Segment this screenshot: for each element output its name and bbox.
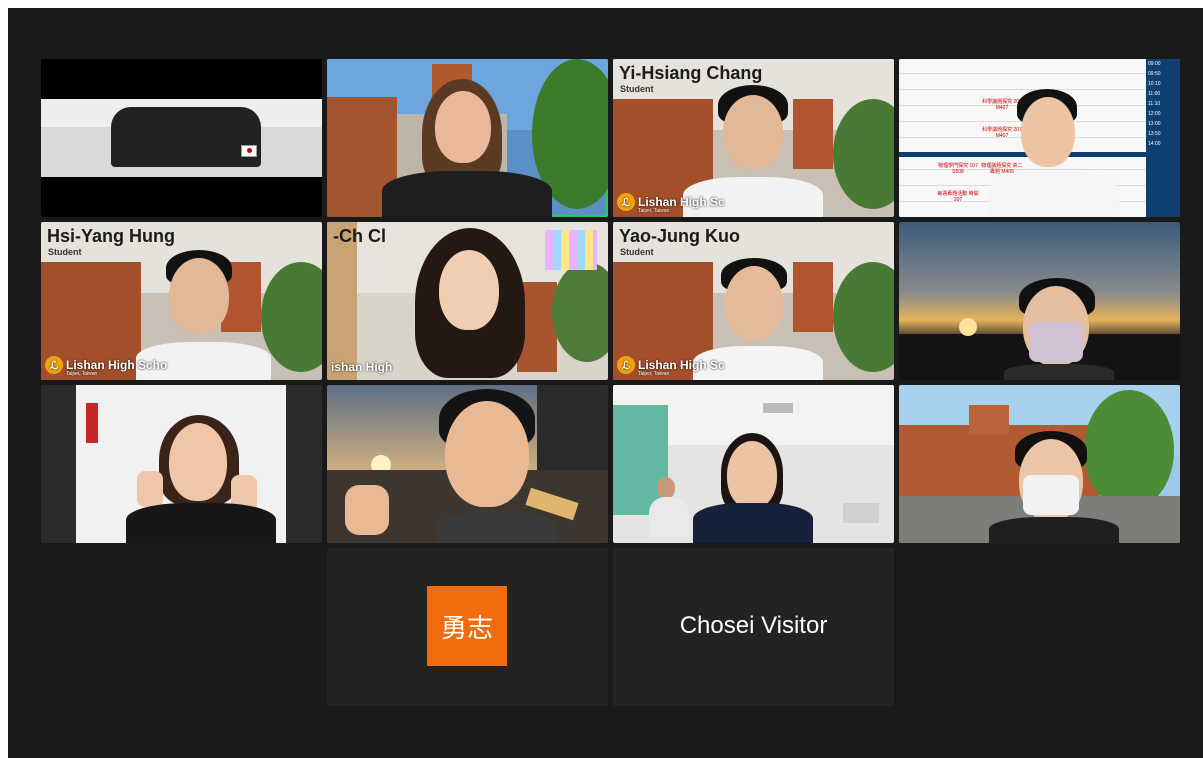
japan-flag-icon bbox=[241, 145, 257, 157]
face-mask bbox=[1023, 475, 1079, 515]
participant-role: Student bbox=[48, 247, 82, 257]
video-tile-thumbs-up-teacher[interactable] bbox=[41, 385, 322, 543]
colorful-poster bbox=[545, 230, 597, 270]
school-badge: ishan High bbox=[331, 360, 393, 374]
participant-name: Yi-Hsiang Chang bbox=[619, 63, 763, 83]
school-logo-icon: ℒ bbox=[45, 356, 63, 374]
participant-name: -Ch Cl bbox=[333, 226, 386, 246]
school-logo-icon: ℒ bbox=[617, 193, 635, 211]
video-gallery: Yi-Hsiang Chang Student ℒ Lishan High Sc… bbox=[8, 8, 1203, 758]
video-tile-campus-masked[interactable] bbox=[899, 385, 1180, 543]
participant-role: Student bbox=[620, 84, 654, 94]
video-tile-sunset-masked[interactable] bbox=[899, 222, 1180, 380]
video-tile-yi-hsiang-chang[interactable]: Yi-Hsiang Chang Student ℒ Lishan High Sc… bbox=[613, 59, 894, 217]
participant-name: Yao-Jung Kuo bbox=[619, 226, 740, 246]
laptop bbox=[843, 503, 879, 523]
face-mask bbox=[1029, 322, 1083, 362]
video-tile-classroom[interactable] bbox=[613, 385, 894, 543]
schedule-time-column: 09:00 09:50 10:10 11:00 11:10 12:00 13:0… bbox=[1146, 59, 1180, 217]
video-tile-yao-jung-kuo[interactable]: Yao-Jung Kuo Student ℒ Lishan High Sc Ta… bbox=[613, 222, 894, 380]
video-tile-hsi-yang-hung[interactable]: Hsi-Yang Hung Student ℒ Lishan High Scho… bbox=[41, 222, 322, 380]
video-tile-group-photo[interactable] bbox=[41, 59, 322, 217]
hand bbox=[345, 485, 389, 535]
participant-name: Hsi-Yang Hung bbox=[47, 226, 176, 246]
school-badge: ℒ Lishan High Sc Taipei, Taiwan bbox=[617, 193, 725, 214]
participant-name: Chosei Visitor bbox=[679, 612, 828, 639]
video-tile-smiling-teacher[interactable] bbox=[327, 385, 608, 543]
school-badge: ℒ Lishan High Scho Taipei, Taiwan bbox=[45, 356, 167, 377]
thumbs-up-icon bbox=[137, 471, 163, 507]
participant-role: Student bbox=[620, 247, 654, 257]
video-tile-chosei-visitor[interactable]: Chosei Visitor bbox=[613, 548, 894, 706]
school-logo-icon: ℒ bbox=[617, 356, 635, 374]
video-tile-student-girl[interactable]: -Ch Cl ishan High bbox=[327, 222, 608, 380]
school-badge: ℒ Lishan High Sc Taipei, Taiwan bbox=[617, 356, 725, 377]
video-tile-avatar-participant[interactable]: 勇志 bbox=[327, 548, 608, 706]
participant-avatar: 勇志 bbox=[427, 586, 507, 666]
video-tile-schedule-background[interactable]: 科學議題探究 207 M407 科學議題探究 207 M407 物理學門探究 1… bbox=[899, 59, 1180, 217]
video-tile-teacher-active-speaker[interactable] bbox=[327, 59, 608, 217]
group-photo bbox=[41, 99, 322, 177]
